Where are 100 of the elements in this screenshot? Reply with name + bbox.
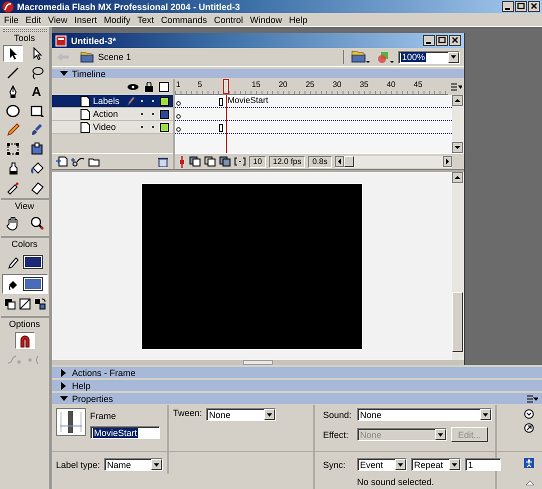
collapse-icon[interactable] [526,480,534,486]
sync-dropdown[interactable]: Event [357,458,407,471]
folder-icon[interactable] [88,156,100,167]
accessibility-icon[interactable] [524,458,534,468]
scroll-thumb[interactable] [344,156,354,168]
swap-colors-icon[interactable] [34,298,46,310]
splitter-handle[interactable] [243,360,273,365]
onion-outlines-icon[interactable] [204,156,216,168]
frame-number: 30 [332,80,342,89]
menu-item[interactable]: Commands [160,14,207,24]
color-swatch[interactable] [22,277,42,291]
layer-row[interactable]: Labels [52,95,173,108]
current-frame-field: 10 [249,156,266,168]
scrollbar[interactable] [334,156,452,168]
scroll-thumb[interactable] [452,292,463,352]
frame-number: 5 [198,80,202,89]
menu-item[interactable]: Insert [74,14,97,24]
fill-color-row[interactable] [2,274,48,294]
panel-header[interactable]: Properties [52,393,542,405]
sound-dropdown[interactable]: None [357,408,492,421]
add-layer-icon[interactable] [56,156,68,167]
pencil-icon [6,255,18,269]
free-transform-icon [4,140,20,156]
edit-multiple-frames-icon[interactable] [219,156,231,168]
scroll-right-icon [443,156,452,168]
scrollbar[interactable] [452,95,464,154]
menu-item[interactable]: Control [214,14,243,24]
timeline-menu-icon[interactable] [450,81,462,93]
maximize-icon[interactable] [515,1,527,12]
property-label: Sound: [323,410,353,420]
expanded-triangle-icon [60,394,68,402]
menu-item[interactable]: File [4,14,19,24]
zoom-icon [28,214,44,230]
menu-item[interactable]: View [48,14,68,24]
sound-status: No sound selected. [357,477,434,487]
panel-header[interactable]: Timeline [52,69,464,79]
paint-bucket-icon [28,160,44,176]
tool-button[interactable]: A [26,83,46,100]
dot-icon [138,123,146,131]
onion-markers-icon[interactable] [234,156,246,168]
menu-item[interactable]: Modify [104,14,130,24]
trash-icon[interactable] [157,156,169,167]
default-colors-icon[interactable] [4,298,16,310]
property-label: Tween: [173,408,202,418]
layer-row[interactable]: Action [52,108,173,121]
layer-icon [80,108,90,120]
frame-number: 25 [306,80,314,89]
minimize-icon[interactable] [502,1,514,12]
property-label: Sync: [323,460,347,470]
menu-item[interactable]: Edit [26,14,42,24]
add-guide-layer-icon[interactable] [71,156,85,167]
frame-number: 40 [386,80,396,89]
section-title: Colors [0,236,48,251]
menu-item[interactable]: Text [137,14,154,24]
layer-icon [80,122,90,132]
arrow-circle-icon[interactable] [524,423,534,433]
outline-icon [159,82,169,92]
hand-icon [4,214,20,230]
frame-label: MovieStart [228,95,268,105]
no-color-icon[interactable] [18,298,30,310]
frame-number: 15 [252,80,260,89]
pencil-icon [4,122,20,138]
center-frame-icon[interactable] [178,156,186,168]
frame-number: 45 [414,80,422,89]
panel-header[interactable]: Actions - Frame [52,367,542,379]
document-icon [55,34,67,46]
close-icon[interactable] [528,1,540,12]
menu-item[interactable]: Window [250,14,282,24]
scrollbar[interactable] [452,172,464,360]
close-icon[interactable] [449,35,461,46]
property-label: Effect: [323,430,350,440]
onion-skin-icon[interactable] [189,156,201,168]
expanded-triangle-icon [60,70,68,78]
tween-dropdown[interactable]: None [206,408,276,421]
layer-icon [80,96,90,106]
repeat-dropdown[interactable]: Repeat [411,458,461,471]
label-type-dropdown[interactable]: Name [104,458,163,471]
eye-icon [127,83,139,91]
snap-button[interactable] [14,332,34,349]
minimize-icon[interactable] [423,35,435,46]
property-label: Label type: [56,460,100,470]
scene-link[interactable]: Scene 1 [80,51,132,63]
zoom-dropdown[interactable]: 100% [398,50,460,64]
frame-number: 1 [176,80,180,89]
repeat-count-field[interactable]: 1 [465,458,501,471]
oval-icon [4,102,20,118]
document-title: Untitled-3* [71,36,116,46]
tool-button[interactable] [2,45,22,62]
playhead[interactable] [222,79,229,94]
menu-item[interactable]: Help [288,14,308,24]
section-title: Tools [12,32,36,45]
color-swatch[interactable] [22,255,42,269]
options-menu-icon[interactable] [526,394,538,402]
maximize-icon[interactable] [436,35,448,46]
frame-icon [56,408,86,436]
clapperboard-icon[interactable] [350,50,370,64]
layer-row[interactable]: Video [52,121,173,134]
panel-header[interactable]: Help [52,380,542,392]
frame-label-field[interactable]: MovieStart [90,426,160,439]
elapsed-time-field: 0.8s [308,156,332,168]
